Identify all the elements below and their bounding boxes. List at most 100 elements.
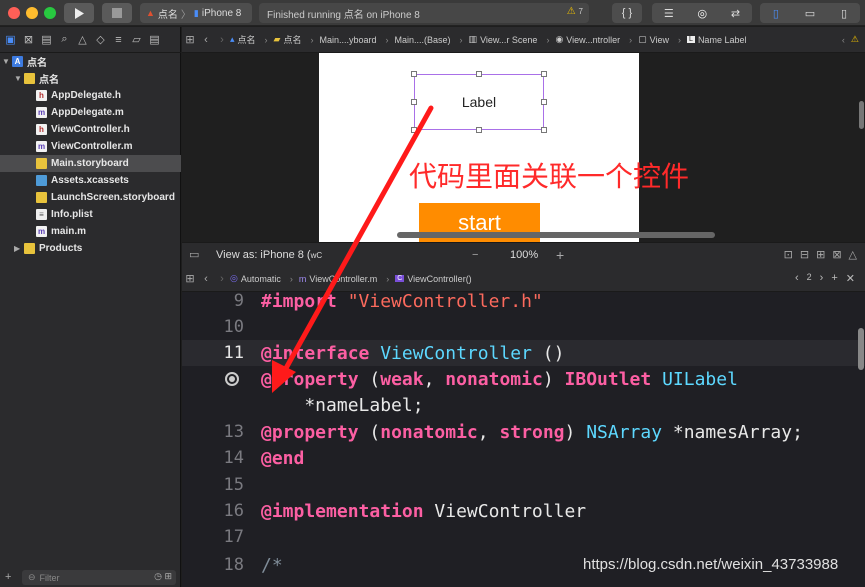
add-constraints-icon[interactable]: ⊠ [832,248,841,261]
resize-handle[interactable] [541,71,547,77]
editor-scrollbar[interactable] [858,328,864,370]
recent-files-icon[interactable]: ◷ ⊞ [154,571,172,582]
scheme-selector[interactable]: ▲ 点名 〉 ▮ iPhone 8 [140,3,252,23]
tree-item-info-plist[interactable]: ≡ Info.plist [0,206,181,223]
tree-item-appdelegate-m[interactable]: m AppDelegate.m [0,104,181,121]
previous-counterpart-icon[interactable]: ‹ [795,272,799,285]
storyboard-canvas[interactable]: Label start 代码里面关联一个控件 [182,53,865,242]
code-line[interactable]: 16 @implementation ViewController [182,498,865,524]
search-icon[interactable]: ⌕ [58,33,71,46]
close-window-button[interactable] [8,7,20,19]
crumb-storyboard[interactable]: Main....yboard [319,35,376,45]
document-outline-icon[interactable]: ▭ [189,248,199,261]
debug-icon[interactable]: ≡ [112,34,125,46]
embed-icon[interactable]: ⊟ [800,248,809,261]
name-label[interactable]: Label [411,71,547,133]
code-line[interactable]: *nameLabel; [182,392,865,418]
tree-item-viewcontroller-m[interactable]: m ViewController.m [0,138,181,155]
xcode-window: ▲ 点名 〉 ▮ iPhone 8 Finished running 点名 on… [0,0,865,587]
align-icon[interactable]: ⊞ [816,248,825,261]
resolve-issues-icon[interactable]: △ [849,248,857,261]
crumb-group[interactable]: ▰ 点名 [274,33,302,46]
tree-item-viewcontroller-h[interactable]: h ViewController.h [0,121,181,138]
warning-icon[interactable]: ⚠ [851,34,859,45]
outlet-connection-icon[interactable] [225,372,239,386]
tree-item-project[interactable]: ▼ A 点名 [0,53,181,70]
library-button[interactable]: { } [612,3,642,23]
resize-handle[interactable] [476,71,482,77]
disclosure-down-icon[interactable]: ▼ [14,74,24,83]
crumb-scene[interactable]: ▥ View...r Scene [469,34,538,45]
close-editor-icon[interactable]: ✕ [846,272,855,285]
add-editor-icon[interactable]: + [831,272,837,285]
back-arrow-icon[interactable]: ‹ [198,273,214,285]
code-line[interactable]: 14 @end [182,445,865,471]
crumb-automatic[interactable]: ◎ Automatic [230,273,281,284]
folder-icon[interactable]: ▣ [4,33,17,46]
resize-handle[interactable] [541,127,547,133]
update-frames-icon[interactable]: ⊡ [784,248,793,261]
code-editor[interactable]: 9 #import "ViewController.h" 10 11 @interfac… [182,291,865,587]
code-line[interactable]: 17 [182,524,865,550]
disclosure-down-icon[interactable]: ▼ [2,57,12,66]
crumb-view[interactable]: ▢ View [638,34,669,45]
resize-handle[interactable] [411,99,417,105]
assistant-editor-icon[interactable]: ◎ [698,7,708,20]
crumb-project[interactable]: ▴ 点名 [230,33,256,46]
crumb-symbol[interactable]: C ViewController() [395,274,472,284]
test-icon[interactable]: ◇ [94,33,107,46]
symbol-icon[interactable]: ▤ [40,33,53,46]
tree-item-main-storyboard[interactable]: Main.storyboard [0,155,181,172]
tree-item-assets[interactable]: Assets.xcassets [0,172,181,189]
tree-item-appdelegate-h[interactable]: h AppDelegate.h [0,87,181,104]
stop-button[interactable] [102,3,132,23]
code-line[interactable]: 10 [182,314,865,340]
navigator-filter-field[interactable]: ⊖ Filter ◷ ⊞ [22,570,176,585]
minimize-window-button[interactable] [26,7,38,19]
zoom-window-button[interactable] [44,7,56,19]
code-line[interactable]: 13 @property (nonatomic, strong) NSArray … [182,419,865,445]
code-line[interactable]: 9 #import "ViewController.h" [182,288,865,314]
zoom-in-button[interactable]: + [556,247,564,263]
crumb-base[interactable]: Main....(Base) [395,35,451,45]
issue-icon[interactable]: △ [76,33,89,46]
resize-handle[interactable] [476,127,482,133]
code-line[interactable]: @property (weak, nonatomic) IBOutlet UIL… [182,366,865,392]
standard-editor-icon[interactable]: ☰ [664,7,674,20]
add-file-icon[interactable]: + [5,571,11,583]
chevron-left-icon[interactable]: ‹ [842,35,845,45]
crumb-view-controller[interactable]: ◉ View...ntroller [555,34,620,45]
run-button[interactable] [64,3,94,23]
navigator-toggle-icon[interactable]: ▯ [773,7,779,20]
resize-handle[interactable] [411,127,417,133]
breakpoint-icon[interactable]: ▱ [130,33,143,46]
tree-item-group[interactable]: ▼ 点名 [0,70,181,87]
tree-item-launchscreen[interactable]: LaunchScreen.storyboard [0,189,181,206]
resize-handle[interactable] [541,99,547,105]
crumb-file[interactable]: m ViewController.m [299,274,377,284]
debug-toggle-icon[interactable]: ▭ [805,7,815,20]
related-items-icon[interactable]: ⊞ [182,33,198,46]
forward-arrow-icon[interactable]: › [214,34,230,46]
forward-arrow-icon[interactable]: › [214,273,230,285]
zoom-out-button[interactable]: − [472,249,478,261]
tree-item-main-m[interactable]: m main.m [0,223,181,240]
crumb-name-label[interactable]: L Name Label [687,35,746,45]
tree-item-products[interactable]: ▶ Products [0,240,181,257]
related-items-icon[interactable]: ⊞ [182,272,198,285]
warning-indicator[interactable]: ⚠ 7 [567,6,583,17]
code-line[interactable]: 11 @interface ViewController () [182,340,865,366]
report-icon[interactable]: ▤ [148,33,161,46]
device-frame: Label start [319,53,639,242]
resize-handle[interactable] [411,71,417,77]
version-editor-icon[interactable]: ⇄ [731,7,740,20]
horizontal-scrollbar[interactable] [397,232,715,238]
vertical-scrollbar[interactable] [859,101,864,129]
view-as-control[interactable]: View as: iPhone 8 (wC [216,249,322,261]
inspector-toggle-icon[interactable]: ▯ [841,7,847,20]
disclosure-right-icon[interactable]: ▶ [14,244,24,253]
next-counterpart-icon[interactable]: › [820,272,824,285]
code-line[interactable]: 15 [182,472,865,498]
source-control-icon[interactable]: ⊠ [22,33,35,46]
back-arrow-icon[interactable]: ‹ [198,34,214,46]
